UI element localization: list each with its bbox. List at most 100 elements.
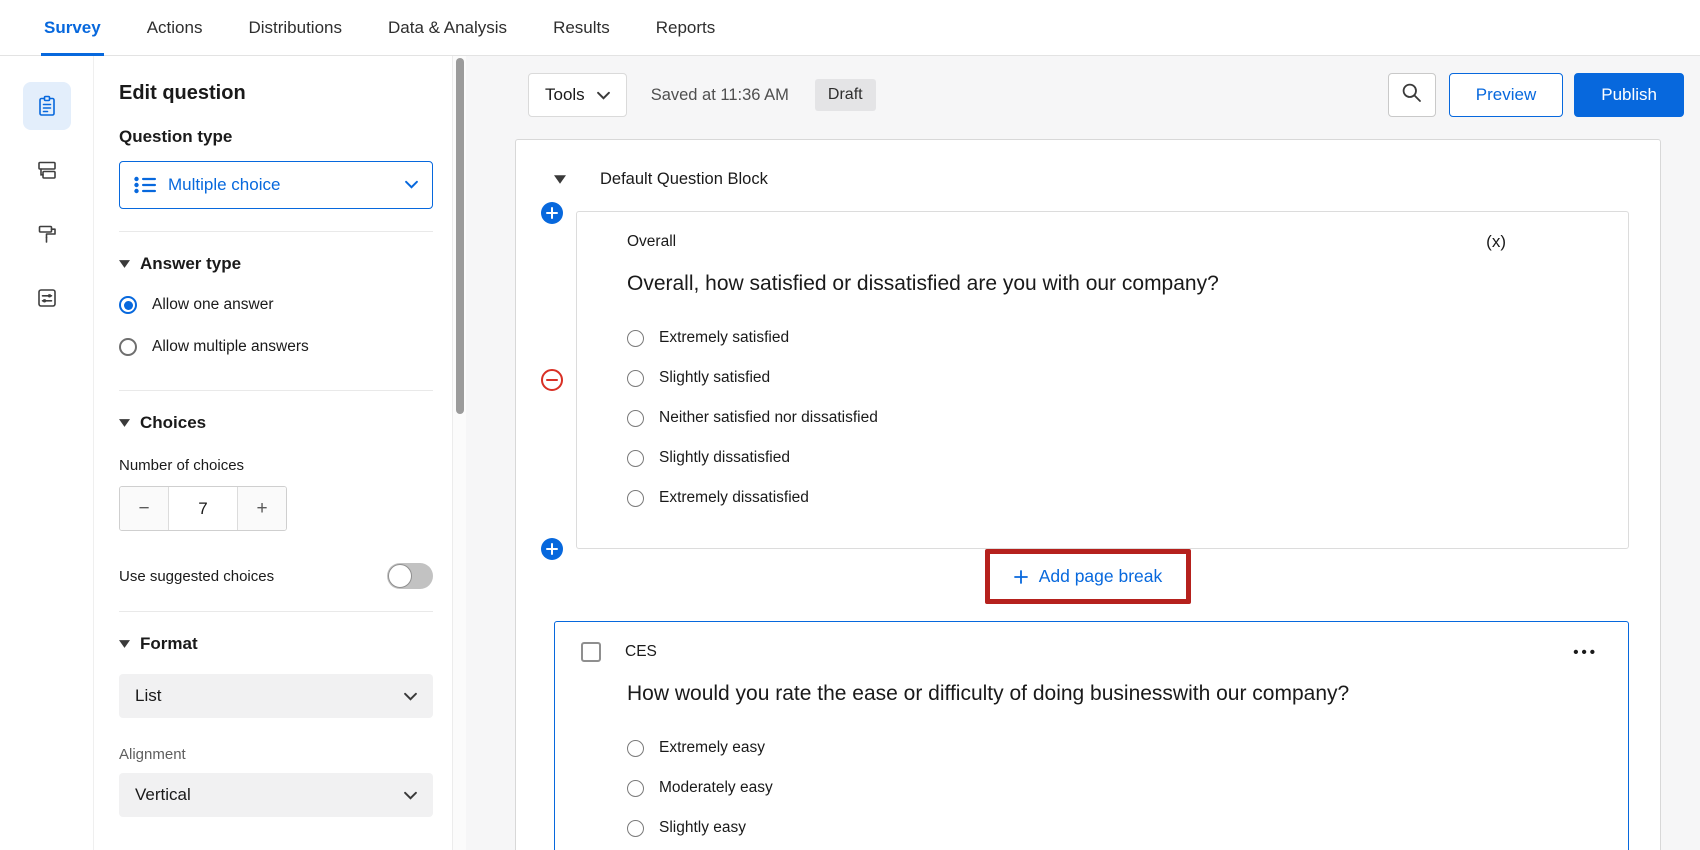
question-checkbox[interactable] <box>581 642 601 662</box>
block-title: Default Question Block <box>600 170 768 189</box>
collapse-triangle-icon <box>119 260 130 268</box>
tab-actions[interactable]: Actions <box>147 0 203 55</box>
format-dropdown[interactable]: List <box>119 674 433 718</box>
panel-scrollbar-track[interactable] <box>452 56 466 850</box>
canvas-toolbar: Tools Saved at 11:36 AM Draft Preview Pu… <box>528 72 1684 118</box>
tools-label: Tools <box>545 85 585 105</box>
answer-option[interactable]: Neither satisfied nor dissatisfied <box>627 398 1598 438</box>
tools-dropdown[interactable]: Tools <box>528 73 627 117</box>
add-question-below-button[interactable] <box>541 538 563 560</box>
question-type-value: Multiple choice <box>168 175 280 195</box>
answer-option[interactable]: Extremely dissatisfied <box>627 478 1598 518</box>
block-header: Default Question Block <box>516 170 1660 189</box>
format-value: List <box>135 686 161 706</box>
survey-builder-icon[interactable] <box>23 82 71 130</box>
question-corner-text[interactable]: (x) <box>1486 232 1506 252</box>
question-text[interactable]: Overall, how satisfied or dissatisfied a… <box>627 272 1598 296</box>
question-1-wrapper: Overall (x) Overall, how satisfied or di… <box>576 211 1629 549</box>
allow-multiple-answers-option[interactable]: Allow multiple answers <box>119 326 433 368</box>
answer-option[interactable]: Slightly dissatisfied <box>627 438 1598 478</box>
annotation-highlight-box: Add page break <box>985 549 1192 604</box>
answer-option[interactable]: Slightly satisfied <box>627 358 1598 398</box>
radio-unselected-icon <box>627 330 644 347</box>
increase-choices-button[interactable]: + <box>238 487 286 530</box>
radio-unselected-icon <box>627 740 644 757</box>
saved-status-text: Saved at 11:36 AM <box>651 86 789 105</box>
choices-count-value[interactable]: 7 <box>168 487 238 530</box>
radio-unselected-icon <box>627 490 644 507</box>
radio-selected-icon <box>119 296 137 314</box>
format-section: Format List Alignment Vertical <box>119 612 433 839</box>
draft-status-badge: Draft <box>815 79 876 111</box>
question-card-overall[interactable]: Overall (x) Overall, how satisfied or di… <box>576 211 1629 549</box>
alignment-dropdown[interactable]: Vertical <box>119 773 433 817</box>
choices-header[interactable]: Choices <box>119 413 433 433</box>
toggle-knob <box>388 564 412 588</box>
format-header[interactable]: Format <box>119 634 433 654</box>
tab-distributions[interactable]: Distributions <box>248 0 342 55</box>
survey-options-icon[interactable] <box>23 274 71 322</box>
question-id-label: CES <box>625 643 657 661</box>
choices-section: Choices Number of choices − 7 + Use sugg… <box>119 391 433 612</box>
radio-unselected-icon <box>627 370 644 387</box>
tab-data-analysis[interactable]: Data & Analysis <box>388 0 507 55</box>
question-text[interactable]: How would you rate the ease or difficult… <box>627 682 1598 706</box>
panel-title: Edit question <box>119 82 433 105</box>
radio-unselected-icon <box>627 780 644 797</box>
collapse-triangle-icon <box>119 419 130 427</box>
page-break-row: Add page break <box>516 549 1660 604</box>
allow-one-answer-label: Allow one answer <box>152 296 273 314</box>
use-suggested-choices-toggle[interactable] <box>387 563 433 589</box>
chevron-down-icon <box>404 785 417 805</box>
block-collapse-icon[interactable] <box>554 175 566 184</box>
chevron-down-icon <box>597 85 610 105</box>
radio-unselected-icon <box>627 450 644 467</box>
add-page-break-button[interactable]: Add page break <box>990 554 1187 599</box>
publish-button[interactable]: Publish <box>1574 73 1684 117</box>
answer-type-header[interactable]: Answer type <box>119 254 433 274</box>
add-question-above-button[interactable] <box>541 202 563 224</box>
multiple-choice-icon <box>134 176 156 194</box>
answer-option[interactable]: Slightly easy <box>627 808 1598 848</box>
edit-question-panel: Edit question Question type Multiple cho… <box>94 56 452 850</box>
plus-icon <box>1014 570 1028 584</box>
tab-reports[interactable]: Reports <box>656 0 716 55</box>
tab-survey[interactable]: Survey <box>44 0 101 55</box>
question-2-wrapper: CES ••• How would you rate the ease or d… <box>554 621 1629 850</box>
answer-type-header-label: Answer type <box>140 254 241 274</box>
number-of-choices-stepper: − 7 + <box>119 486 287 531</box>
tab-results[interactable]: Results <box>553 0 610 55</box>
search-button[interactable] <box>1388 73 1436 117</box>
format-header-label: Format <box>140 634 198 654</box>
left-icon-strip <box>0 56 94 850</box>
question-menu-ellipsis-icon[interactable]: ••• <box>1573 644 1598 661</box>
answer-type-section: Answer type Allow one answer Allow multi… <box>119 232 433 391</box>
search-icon <box>1401 82 1422 108</box>
allow-one-answer-option[interactable]: Allow one answer <box>119 284 433 326</box>
remove-question-button[interactable] <box>541 369 563 391</box>
question-block-card: Default Question Block Overall (x) <box>515 139 1661 850</box>
answer-option[interactable]: Moderately easy <box>627 768 1598 808</box>
panel-scrollbar-thumb[interactable] <box>456 58 464 414</box>
alignment-value: Vertical <box>135 785 191 805</box>
number-of-choices-label: Number of choices <box>119 457 433 474</box>
question-id-label: Overall <box>627 233 676 251</box>
radio-unselected-icon <box>119 338 137 356</box>
question-card-ces[interactable]: CES ••• How would you rate the ease or d… <box>554 621 1629 850</box>
chevron-down-icon <box>404 686 417 706</box>
decrease-choices-button[interactable]: − <box>120 487 168 530</box>
collapse-triangle-icon <box>119 640 130 648</box>
preview-button[interactable]: Preview <box>1449 73 1563 117</box>
survey-canvas-area: Tools Saved at 11:36 AM Draft Preview Pu… <box>466 56 1700 850</box>
answer-option[interactable]: Extremely easy <box>627 728 1598 768</box>
answer-option[interactable]: Extremely satisfied <box>627 318 1598 358</box>
chevron-down-icon <box>405 176 418 194</box>
survey-flow-icon[interactable] <box>23 146 71 194</box>
question-type-section: Question type Multiple choice <box>119 105 433 232</box>
allow-multiple-answers-label: Allow multiple answers <box>152 338 309 356</box>
alignment-label: Alignment <box>119 746 433 763</box>
choices-header-label: Choices <box>140 413 206 433</box>
question-type-label: Question type <box>119 127 433 147</box>
question-type-dropdown[interactable]: Multiple choice <box>119 161 433 209</box>
look-and-feel-icon[interactable] <box>23 210 71 258</box>
